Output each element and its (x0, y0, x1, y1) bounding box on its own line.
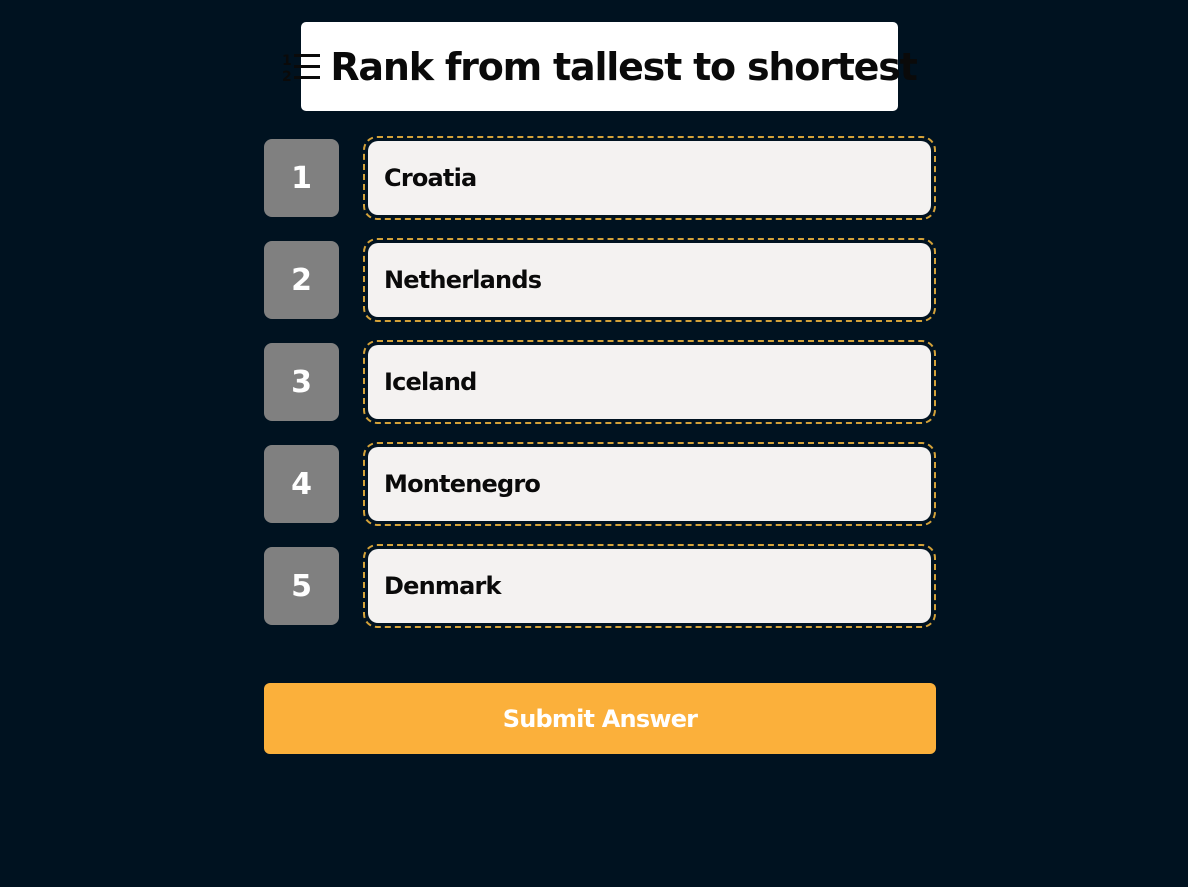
numbered-list-icon: 1 2 (282, 49, 322, 85)
title-card: 1 2 Rank from tallest to shortest (282, 22, 918, 111)
draggable-rank-item-netherlands[interactable]: Netherlands (363, 238, 936, 322)
rank-item-label: Iceland (368, 345, 931, 419)
rank-row: 4 Montenegro (264, 442, 936, 526)
rank-number-badge: 2 (264, 241, 339, 319)
svg-text:2: 2 (282, 69, 292, 85)
draggable-rank-item-iceland[interactable]: Iceland (363, 340, 936, 424)
rank-list: 1 Croatia 2 Netherlands 3 Iceland 4 Mont… (264, 136, 936, 649)
rank-number-badge: 5 (264, 547, 339, 625)
draggable-rank-item-montenegro[interactable]: Montenegro (363, 442, 936, 526)
draggable-rank-item-croatia[interactable]: Croatia (363, 136, 936, 220)
rank-number-badge: 3 (264, 343, 339, 421)
rank-number-badge: 4 (264, 445, 339, 523)
rank-item-label: Netherlands (368, 243, 931, 317)
rank-item-label: Croatia (368, 141, 931, 215)
rank-item-label: Denmark (368, 549, 931, 623)
svg-text:1: 1 (282, 53, 292, 69)
rank-item-label: Montenegro (368, 447, 931, 521)
rank-number-badge: 1 (264, 139, 339, 217)
rank-row: 2 Netherlands (264, 238, 936, 322)
rank-row: 3 Iceland (264, 340, 936, 424)
rank-row: 1 Croatia (264, 136, 936, 220)
submit-answer-button[interactable]: Submit Answer (264, 683, 936, 754)
page-title: Rank from tallest to shortest (330, 44, 917, 89)
draggable-rank-item-denmark[interactable]: Denmark (363, 544, 936, 628)
rank-row: 5 Denmark (264, 544, 936, 628)
